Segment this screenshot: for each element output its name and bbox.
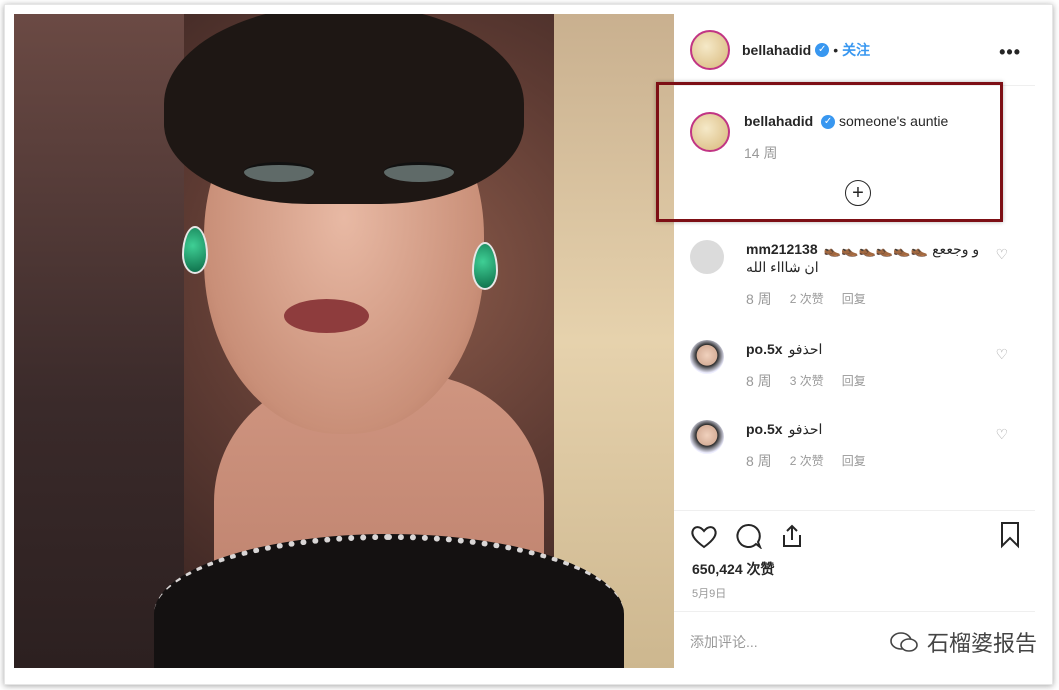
add-comment-input[interactable]: 添加评论... 石榴婆报告 [674, 611, 1037, 669]
caption-highlight-box [656, 82, 1003, 222]
follow-button[interactable]: 关注 [842, 40, 870, 60]
bookmark-icon[interactable] [999, 521, 1021, 549]
header-username[interactable]: bellahadid [742, 42, 811, 58]
comment-item: po.5x احذفو 8 周 3 次赞 回复 ♡ [690, 340, 1020, 390]
heart-icon[interactable]: ♡ [995, 426, 1008, 443]
heart-icon[interactable]: ♡ [995, 346, 1008, 363]
comment-item: mm212138 👞👞👞👞👞👞 و وجععع ان شاااء الله 8 周… [690, 240, 1020, 308]
comment-avatar[interactable] [690, 240, 724, 274]
comment-likes[interactable]: 3 次赞 [790, 372, 824, 390]
comment-time: 8 周 [746, 291, 772, 307]
heart-icon[interactable]: ♡ [995, 246, 1008, 263]
post-actions: 650,424 次赞 5月9日 添加评论... 石榴婆报告 [674, 510, 1037, 669]
comment-text: احذفو [788, 341, 823, 357]
comment-avatar[interactable] [690, 340, 724, 374]
profile-avatar[interactable] [690, 29, 730, 70]
comment-item: po.5x احذفو 8 周 2 次赞 回复 ♡ [690, 420, 1020, 470]
add-comment-placeholder: 添加评论... [690, 634, 758, 650]
earring-right [472, 242, 498, 290]
reply-button[interactable]: 回复 [842, 452, 866, 470]
post-photo[interactable] [14, 14, 674, 668]
comment-username[interactable]: po.5x [746, 341, 783, 357]
verified-badge-icon: ✓ [815, 42, 830, 57]
comment-bubble-icon[interactable] [734, 523, 762, 549]
comment-text: احذفو [788, 421, 823, 437]
comment-time: 8 周 [746, 453, 772, 469]
like-heart-icon[interactable] [690, 523, 718, 549]
separator-dot: • [833, 41, 839, 58]
comment-username[interactable]: mm212138 [746, 241, 818, 257]
wechat-icon [890, 632, 918, 652]
reply-button[interactable]: 回复 [842, 372, 866, 390]
comment-likes[interactable]: 2 次赞 [790, 452, 824, 470]
reply-button[interactable]: 回复 [842, 290, 866, 308]
post-header: bellahadid ✓ • 关注 ••• [674, 14, 1035, 86]
post-date: 5月9日 [692, 588, 727, 600]
watermark-text: 石榴婆报告 [926, 631, 1037, 656]
more-options-icon[interactable]: ••• [999, 42, 1021, 63]
comment-username[interactable]: po.5x [746, 421, 783, 437]
share-icon[interactable] [778, 523, 806, 549]
like-count[interactable]: 650,424 次赞 [692, 559, 775, 579]
watermark: 石榴婆报告 [889, 626, 1037, 658]
comment-avatar[interactable] [690, 420, 724, 454]
comment-likes[interactable]: 2 次赞 [790, 290, 824, 308]
comment-time: 8 周 [746, 373, 772, 389]
